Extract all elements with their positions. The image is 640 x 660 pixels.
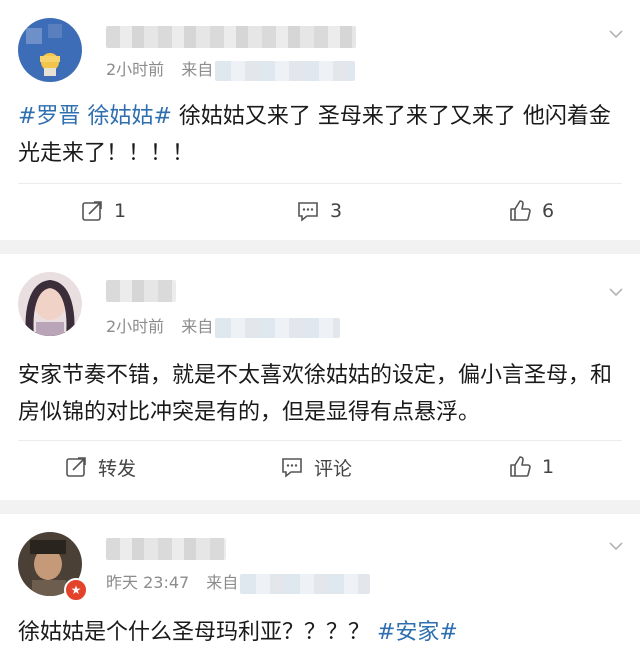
comment-icon <box>298 202 318 222</box>
repost-label: 转发 <box>98 457 137 480</box>
chevron-down-icon[interactable] <box>608 284 624 300</box>
post-time: 昨天 23:47 <box>106 573 190 592</box>
like-count: 6 <box>542 200 555 222</box>
thumbs-up-icon <box>510 200 531 221</box>
post-text: 徐姑姑是个什么圣母玛利亚？？？？ <box>18 620 377 645</box>
chevron-down-icon[interactable] <box>608 538 624 554</box>
post-1: 2小时前 来自 #罗晋 徐姑姑# 徐姑姑又来了 圣母来了来了又来了 他闪着金光走… <box>0 0 640 240</box>
post-content: 徐姑姑是个什么圣母玛利亚？？？？ #安家# <box>18 614 622 651</box>
hashtag-link[interactable]: #罗晋 <box>18 104 80 129</box>
chevron-down-icon[interactable] <box>608 26 624 42</box>
like-button[interactable]: 1 <box>508 442 554 492</box>
post-meta: 2小时前 来自 <box>106 59 356 81</box>
thumbs-up-icon <box>510 456 531 477</box>
hashtag-link[interactable]: 徐姑姑# <box>87 104 171 129</box>
divider <box>18 440 622 441</box>
comment-label: 评论 <box>314 457 353 480</box>
post-content: #罗晋 徐姑姑# 徐姑姑又来了 圣母来了来了又来了 他闪着金光走来了！！！！ <box>18 98 622 172</box>
post-meta: 昨天 23:47 来自 <box>106 572 371 594</box>
comment-icon <box>282 458 302 478</box>
post-time: 2小时前 <box>106 317 165 336</box>
repost-button[interactable]: 转发 <box>64 442 136 492</box>
repost-button[interactable]: 1 <box>80 186 126 236</box>
post-separator <box>0 240 640 254</box>
action-bar: 转发 评论 1 <box>0 442 640 492</box>
action-bar: 1 3 6 <box>0 186 640 236</box>
like-button[interactable]: 6 <box>508 186 554 236</box>
post-time: 2小时前 <box>106 60 165 79</box>
post-2: 2小时前 来自 安家节奏不错，就是不太喜欢徐姑姑的设定，偏小言圣母，和房似锦的对… <box>0 254 640 500</box>
like-count: 1 <box>542 456 555 478</box>
avatar[interactable] <box>18 272 82 336</box>
repost-count: 1 <box>114 200 127 222</box>
hashtag-link[interactable]: #安家# <box>377 620 458 645</box>
comment-count: 3 <box>330 200 343 222</box>
source-label: 来自 <box>181 317 214 336</box>
repost-icon <box>82 201 102 221</box>
avatar[interactable] <box>18 18 82 82</box>
repost-icon <box>66 457 86 477</box>
post-separator <box>0 500 640 514</box>
post-text: 安家节奏不错，就是不太喜欢徐姑姑的设定，偏小言圣母，和房似锦的对比冲突是有的，但… <box>18 363 613 425</box>
divider <box>18 183 622 184</box>
source-blurred <box>240 573 371 594</box>
source-blurred <box>215 60 356 81</box>
post-meta: 2小时前 来自 <box>106 316 341 338</box>
username-blurred[interactable] <box>106 280 176 302</box>
comment-button[interactable]: 评论 <box>280 442 352 492</box>
username-blurred[interactable] <box>106 538 226 560</box>
source-label: 来自 <box>206 573 239 592</box>
comment-button[interactable]: 3 <box>296 186 342 236</box>
verified-badge: ★ <box>64 578 88 602</box>
source-label: 来自 <box>181 60 214 79</box>
post-content: 安家节奏不错，就是不太喜欢徐姑姑的设定，偏小言圣母，和房似锦的对比冲突是有的，但… <box>18 357 622 431</box>
source-blurred <box>215 317 341 338</box>
post-3: ★ 昨天 23:47 来自 徐姑姑是个什么圣母玛利亚？？？？ #安家# <box>0 514 640 660</box>
username-blurred[interactable] <box>106 26 356 48</box>
